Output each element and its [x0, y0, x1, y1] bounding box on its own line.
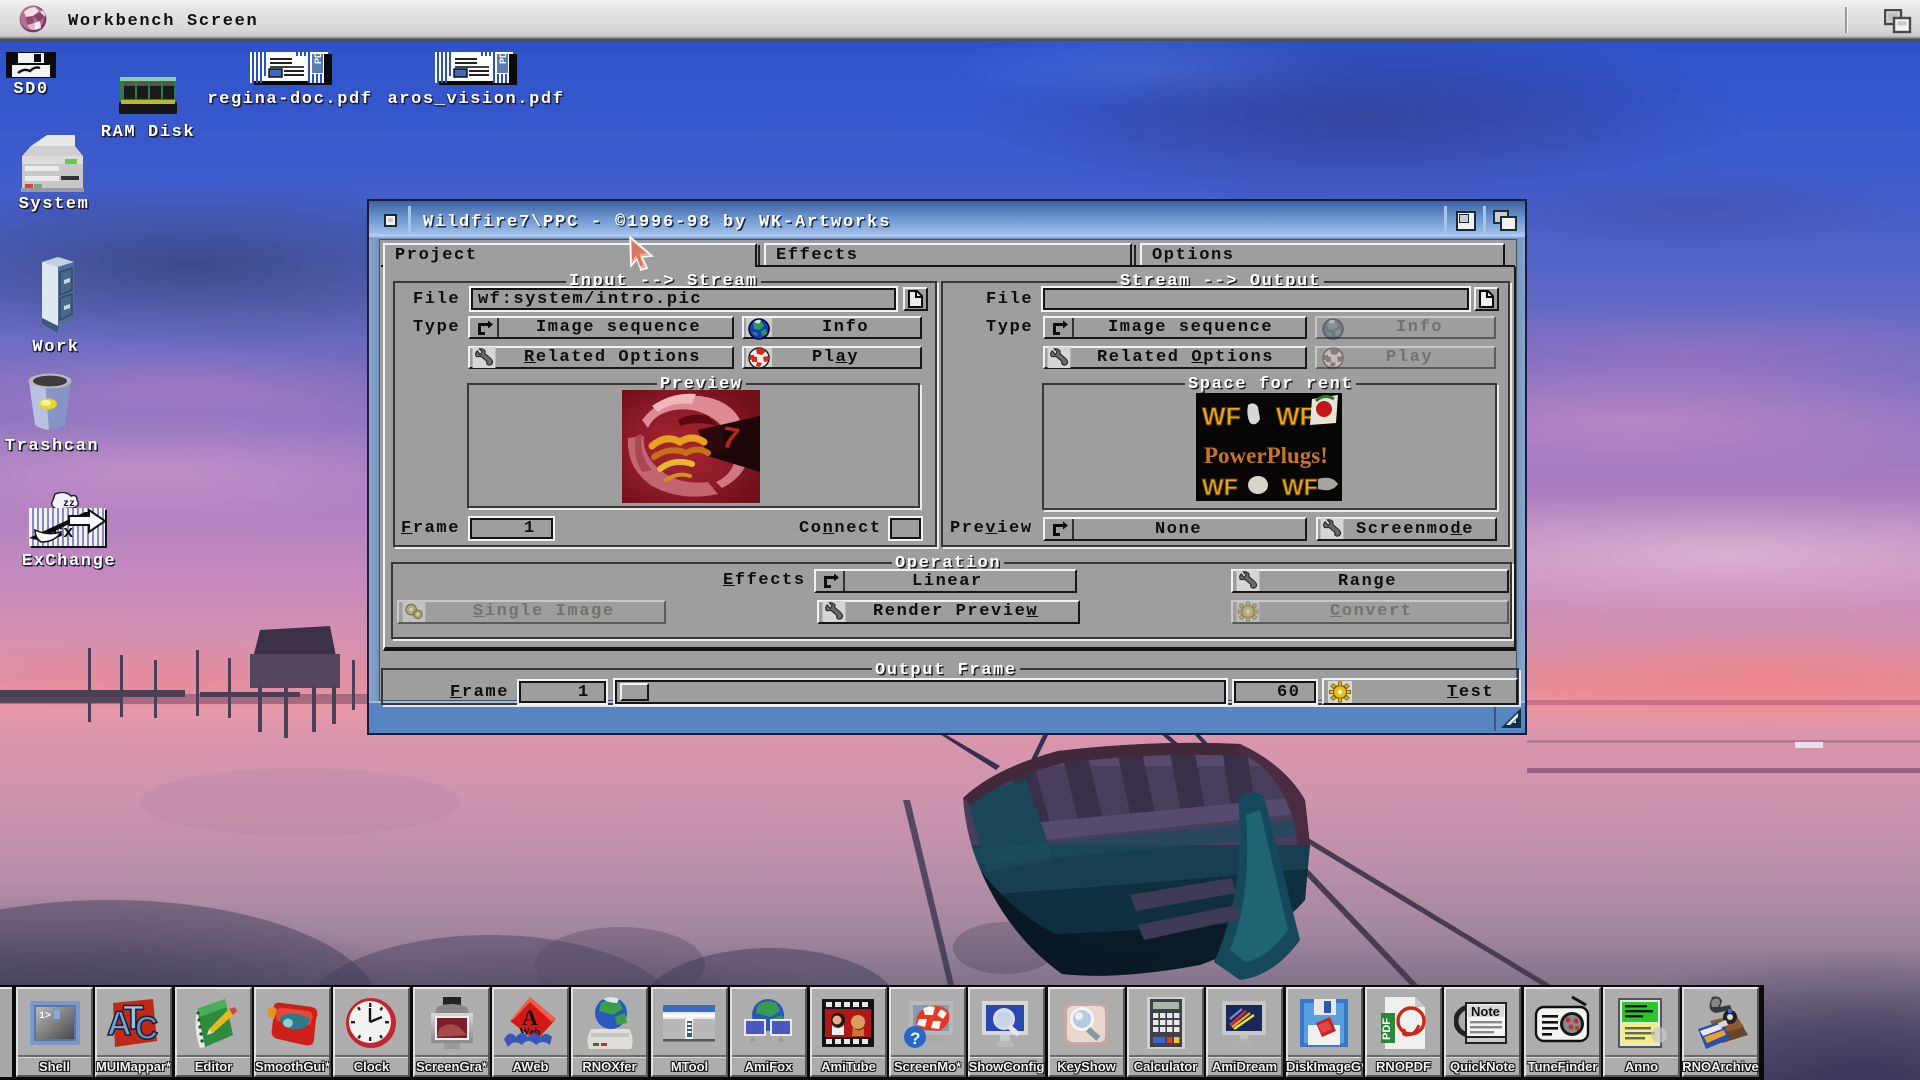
svg-text:?: ? — [910, 1029, 920, 1048]
svg-text:1>: 1> — [39, 1011, 51, 1022]
svg-text:PDF: PDF — [1381, 1018, 1393, 1040]
svg-text:Note: Note — [1471, 1004, 1500, 1019]
svg-text:C: C — [135, 1010, 158, 1046]
